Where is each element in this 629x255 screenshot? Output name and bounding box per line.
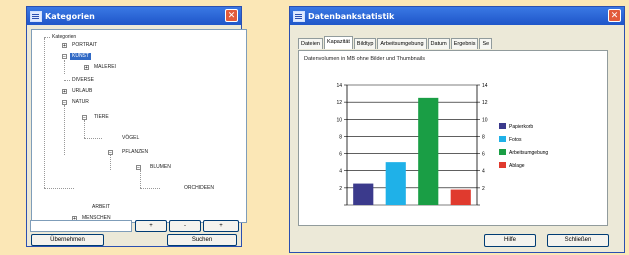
collapse-icon[interactable]: − <box>62 54 67 60</box>
tab-dateien[interactable]: Dateien <box>298 38 323 49</box>
legend-swatch <box>499 123 506 129</box>
small-plus-button-1[interactable]: + <box>135 220 167 232</box>
tree-item-pflanzen[interactable]: PFLANZEN <box>122 149 148 156</box>
legend-label: Papierkorb <box>509 124 533 130</box>
legend-label: Ablage <box>509 163 525 169</box>
y-tick-label-right: 2 <box>482 186 485 192</box>
close-icon[interactable]: ✕ <box>608 9 621 22</box>
legend-swatch <box>499 136 506 142</box>
y-tick-label-left: 4 <box>339 169 342 175</box>
y-tick-label-left: 2 <box>339 186 342 192</box>
close-icon[interactable]: ✕ <box>225 9 238 22</box>
y-tick-label-left: 8 <box>339 134 342 140</box>
tab-kapazitaet[interactable]: Kapazität <box>323 36 353 49</box>
small-minus-button[interactable]: - <box>169 220 201 232</box>
y-tick-label-left: 10 <box>336 117 342 123</box>
legend-label: Fotos <box>509 137 522 143</box>
tree-item-kunst[interactable]: KUNST <box>70 53 91 60</box>
collapse-icon[interactable]: − <box>136 165 141 171</box>
tab-ergebnis[interactable]: Ergebnis <box>450 38 479 49</box>
categories-title: Kategorien <box>45 11 95 21</box>
expand-icon[interactable]: + <box>84 65 89 71</box>
tree-line <box>64 60 65 74</box>
tree-line <box>140 170 141 188</box>
window-icon <box>30 10 42 22</box>
category-tree[interactable]: Kategorien + PORTRAIT − KUNST + MALEREI … <box>31 29 247 223</box>
y-tick-label-right: 12 <box>482 100 488 106</box>
bar-papierkorb <box>353 183 374 205</box>
categories-window: Kategorien ✕ Kategorien + PORTRAIT − KUN… <box>26 6 247 247</box>
help-button[interactable]: Hilfe <box>484 234 536 247</box>
legend-label: Arbeitsumgebung <box>509 150 548 156</box>
tree-item-root[interactable]: Kategorien <box>52 34 76 41</box>
statistics-titlebar[interactable]: Datenbankstatistik ✕ <box>290 7 624 25</box>
small-plus-button-2[interactable]: + <box>203 220 239 232</box>
y-tick-label-right: 14 <box>482 83 488 89</box>
tree-item-diverse[interactable]: DIVERSE <box>72 77 94 84</box>
chart-subtitle: Datenvolumen in MB ohne Bilder und Thumb… <box>304 56 425 62</box>
capacity-chart: 2 2 4 4 6 6 8 8 10 10 12 12 14 14 Papierkorb Fotos Arbei… <box>336 83 548 206</box>
tab-arbeitsumgebung[interactable]: Arbeitsumgebung <box>377 38 427 49</box>
expand-icon[interactable]: + <box>62 89 67 95</box>
tree-item-urlaub[interactable]: URLAUB <box>72 88 92 95</box>
window-icon <box>293 10 305 22</box>
expand-icon[interactable]: + <box>62 43 67 49</box>
tree-line <box>84 120 85 138</box>
y-tick-label-right: 6 <box>482 152 485 158</box>
collapse-icon[interactable]: − <box>108 150 113 156</box>
tab-bildtyp[interactable]: Bildtyp <box>353 38 377 49</box>
category-input[interactable] <box>30 220 132 232</box>
tree-item-arbeit[interactable]: ARBEIT <box>92 204 110 211</box>
y-tick-label-left: 6 <box>339 152 342 158</box>
y-tick-label-left: 14 <box>336 83 342 89</box>
y-tick-label-right: 10 <box>482 117 488 123</box>
bar-ablage <box>450 189 471 205</box>
close-button[interactable]: Schließen <box>547 234 609 247</box>
legend-swatch <box>499 162 506 168</box>
bar-arbeitsumgebung <box>418 97 439 205</box>
tree-item-natur[interactable]: NATUR <box>72 99 89 106</box>
statistics-title: Datenbankstatistik <box>308 11 395 21</box>
tab-datum[interactable]: Datum <box>427 38 450 49</box>
bar-fotos <box>385 162 406 205</box>
tree-item-portrait[interactable]: PORTRAIT <box>72 42 97 49</box>
statistics-window: Datenbankstatistik ✕ Dateien Kapazität B… <box>289 6 625 253</box>
collapse-icon[interactable]: − <box>62 100 67 106</box>
tree-item-tiere[interactable]: TIERE <box>94 114 109 121</box>
collapse-icon[interactable]: − <box>82 115 87 121</box>
legend-swatch <box>499 149 506 155</box>
y-tick-label-left: 12 <box>336 100 342 106</box>
y-tick-label-right: 8 <box>482 134 485 140</box>
tab-strip: Dateien Kapazität Bildtyp Arbeitsumgebun… <box>298 36 493 50</box>
search-button[interactable]: Suchen <box>167 234 237 246</box>
tree-item-orchideen[interactable]: ORCHIDEEN <box>184 185 214 192</box>
tree-item-malerei[interactable]: MALEREI <box>94 64 116 71</box>
tab-more[interactable]: Se <box>479 38 493 49</box>
apply-button[interactable]: Übernehmen <box>31 234 104 246</box>
tree-line <box>64 105 65 155</box>
tree-line <box>44 38 45 188</box>
statistics-panel: Datenvolumen in MB ohne Bilder und Thumb… <box>298 50 608 226</box>
tree-item-voegel[interactable]: VÖGEL <box>122 135 139 142</box>
y-tick-label-right: 4 <box>482 169 485 175</box>
categories-titlebar[interactable]: Kategorien ✕ <box>27 7 241 25</box>
tree-item-blumen[interactable]: BLUMEN <box>150 164 171 171</box>
